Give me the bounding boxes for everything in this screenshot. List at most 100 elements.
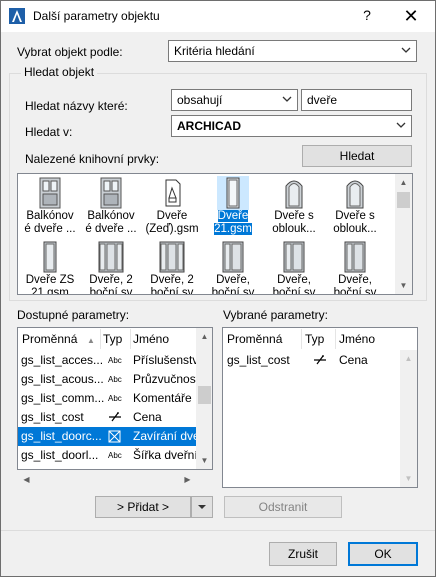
scroll-up-icon[interactable]: ▲ (395, 174, 412, 191)
sort-asc-icon: ▲ (87, 336, 95, 345)
library-item[interactable]: Dveře s oblouk... (325, 176, 385, 240)
name-cell: Komentáře (133, 391, 192, 405)
library-item[interactable]: Dveře, boční sv (203, 240, 263, 295)
find-in-label: Hledat v: (25, 125, 73, 139)
column-divider[interactable] (335, 329, 336, 349)
col-variable-header[interactable]: Proměnná (22, 332, 77, 346)
library-item-label: oblouk... (272, 223, 316, 235)
library-item[interactable]: Dveře ZS 21.gsm (20, 240, 80, 295)
remove-button[interactable]: Odstranit (224, 496, 342, 518)
type-cell (108, 430, 121, 446)
col-type-header[interactable]: Typ (305, 332, 324, 346)
names-condition-value: obsahují (177, 93, 223, 107)
door-icon (159, 241, 185, 273)
available-hscrollbar[interactable]: ◀ ▶ (18, 471, 213, 488)
library-item-label: boční sv (333, 287, 377, 295)
ok-button[interactable]: OK (348, 542, 418, 566)
scroll-down-icon[interactable]: ▼ (196, 452, 212, 469)
scroll-down-icon[interactable]: ▼ (400, 470, 417, 487)
find-in-dropdown[interactable]: ARCHICAD (171, 115, 412, 137)
table-row[interactable]: gs_list_acces... Abc Příslušenství (18, 351, 196, 370)
scroll-down-icon[interactable]: ▼ (395, 277, 412, 294)
type-cell (108, 411, 122, 426)
variable-cell: gs_list_comm... (21, 391, 104, 405)
library-item[interactable]: Dveře, 2 boční sv (142, 240, 202, 294)
col-type-header[interactable]: Typ (103, 332, 122, 346)
available-params-list: Proměnná ▲ Typ Jméno gs_list_acces... Abc… (17, 327, 213, 470)
add-options-button[interactable] (191, 496, 213, 518)
door-icon (222, 241, 244, 273)
table-row[interactable]: gs_list_acous... Abc Průzvučnost (18, 370, 196, 389)
scroll-up-icon[interactable]: ▲ (196, 328, 212, 345)
library-item[interactable]: Dveře, boční sv (264, 240, 324, 294)
selected-list-header: Proměnná Typ Jméno (223, 328, 417, 350)
scroll-thumb[interactable] (397, 192, 410, 208)
name-cell: Cena (133, 410, 162, 424)
type-abc-icon: Abc (108, 394, 122, 403)
table-row[interactable]: gs_list_comm... Abc Komentáře (18, 389, 196, 408)
scroll-right-icon[interactable]: ▶ (179, 471, 196, 488)
table-row[interactable]: gs_list_doorc... Zavírání dveř (18, 427, 196, 446)
name-cell: Průzvučnost (133, 372, 196, 386)
library-item[interactable]: Balkónov é dveře ... (20, 176, 80, 240)
cost-type-icon (314, 355, 326, 365)
column-divider[interactable] (100, 329, 101, 349)
scroll-up-icon[interactable]: ▲ (400, 350, 417, 367)
type-cell (313, 354, 327, 369)
select-by-label: Vybrat objekt podle: (17, 45, 123, 59)
door-icon (217, 176, 249, 210)
door-icon (39, 177, 61, 209)
library-item[interactable]: Balkónov é dveře ... (81, 176, 141, 240)
selected-params-list: Proměnná Typ Jméno gs_list_cost Cena ▲ ▼ (222, 327, 418, 488)
variable-cell: gs_list_acous... (21, 372, 104, 386)
cost-type-icon (109, 412, 121, 422)
scroll-thumb[interactable] (198, 386, 211, 404)
col-variable-header[interactable]: Proměnná (227, 332, 282, 346)
search-button[interactable]: Hledat (302, 145, 412, 167)
col-name-header[interactable]: Jméno (133, 332, 169, 346)
library-item-label: 21.gsm (31, 287, 69, 295)
library-item[interactable]: Dveře, 2 boční sv (81, 240, 141, 294)
found-items-label: Nalezené knihovní prvky: (25, 152, 160, 166)
available-list-header: Proměnná ▲ Typ Jméno (18, 328, 212, 350)
library-item[interactable]: Dveře s oblouk... (264, 176, 324, 240)
add-button[interactable]: > Přidat > (95, 496, 191, 518)
table-row[interactable]: gs_list_cost Cena (18, 408, 196, 427)
help-button[interactable]: ? (357, 7, 377, 27)
door-icon (283, 241, 305, 273)
library-item[interactable]: Dveře (Zeď).gsm (142, 176, 202, 240)
table-row[interactable]: gs_list_cost Cena (223, 351, 401, 370)
door-icon (346, 180, 364, 209)
selected-scrollbar[interactable]: ▲ ▼ (400, 350, 417, 487)
type-abc-icon: Abc (108, 375, 122, 384)
library-item-label: boční sv (211, 287, 255, 295)
checkbox-type-icon (108, 430, 121, 443)
library-item-label: Dveře, (216, 274, 250, 286)
column-divider[interactable] (301, 329, 302, 349)
select-by-dropdown[interactable]: Kritéria hledání (168, 40, 417, 62)
close-button[interactable]: ✕ (399, 5, 423, 29)
col-name-header[interactable]: Jméno (339, 332, 375, 346)
variable-cell: gs_list_acces... (21, 353, 104, 367)
library-item-label: Balkónov (26, 210, 74, 222)
library-item-label: Dveře (217, 210, 249, 222)
table-row[interactable]: gs_list_doorl... Abc Šířka dveřní (18, 446, 196, 465)
library-item[interactable]: Dveře, boční sv (325, 240, 385, 295)
library-item[interactable]: Dveře 21.gsm (203, 176, 263, 240)
names-condition-dropdown[interactable]: obsahují (171, 89, 298, 111)
door-icon (43, 241, 57, 273)
library-item-label: é dveře ... (24, 223, 76, 235)
scroll-left-icon[interactable]: ◀ (18, 471, 35, 488)
library-item-label: Dveře s (274, 210, 314, 222)
variable-cell: gs_list_cost (21, 410, 84, 424)
names-value-input[interactable]: dveře (301, 89, 412, 111)
library-item-label: Dveře, 2 (150, 274, 194, 286)
available-scrollbar[interactable]: ▲ ▼ (196, 328, 212, 469)
variable-cell: gs_list_doorl... (21, 448, 99, 462)
column-divider[interactable] (130, 329, 131, 349)
cancel-button[interactable]: Zrušit (269, 542, 337, 566)
door-icon (100, 177, 122, 209)
library-scrollbar[interactable]: ▲ ▼ (395, 174, 412, 294)
table-row[interactable]: gs_list_elevat...AbcVýškový úrov (18, 465, 196, 469)
library-item-label: (Zeď).gsm (145, 223, 199, 235)
